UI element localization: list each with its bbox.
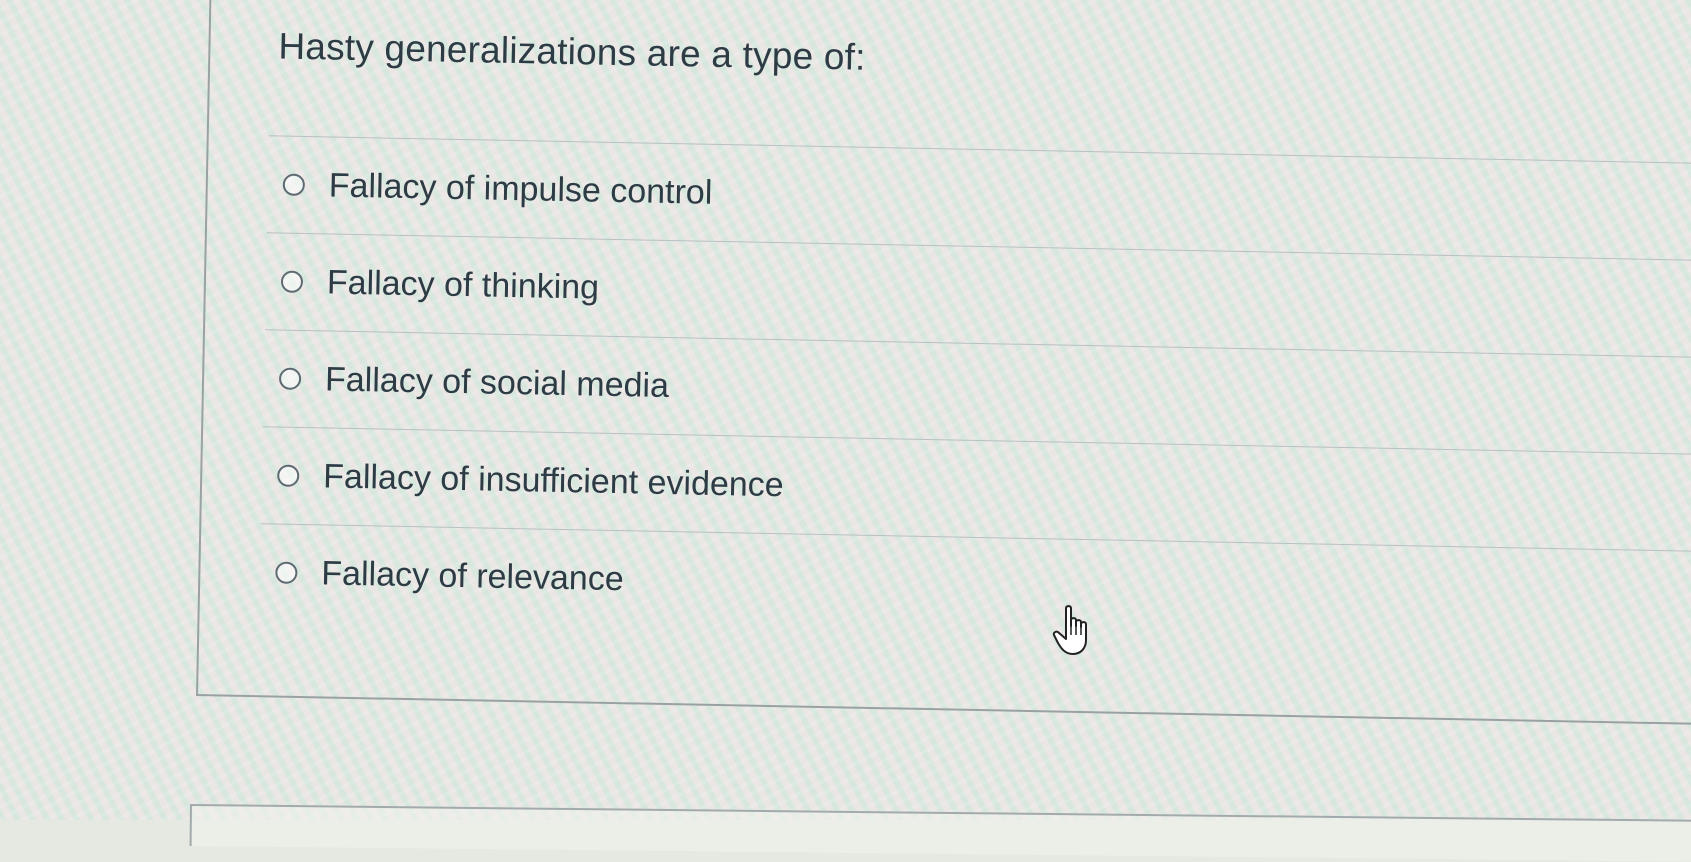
hand-pointer-icon — [1052, 605, 1087, 655]
radio-button[interactable] — [278, 367, 302, 390]
answer-label: Fallacy of impulse control — [328, 165, 713, 212]
radio-button[interactable] — [275, 561, 298, 584]
question-text: Hasty generalizations are a type of: — [278, 25, 866, 78]
radio-button[interactable] — [280, 270, 304, 293]
answer-label: Fallacy of relevance — [321, 553, 625, 598]
answer-label: Fallacy of thinking — [326, 262, 600, 307]
radio-button[interactable] — [282, 173, 306, 196]
answer-label: Fallacy of social media — [324, 359, 670, 405]
next-question-panel — [189, 804, 1691, 862]
answer-label: Fallacy of insufficient evidence — [322, 456, 785, 504]
radio-button[interactable] — [277, 464, 300, 487]
answer-list: Fallacy of impulse control Fallacy of th… — [259, 135, 1691, 650]
question-card: Hasty generalizations are a type of: Fal… — [196, 0, 1691, 726]
